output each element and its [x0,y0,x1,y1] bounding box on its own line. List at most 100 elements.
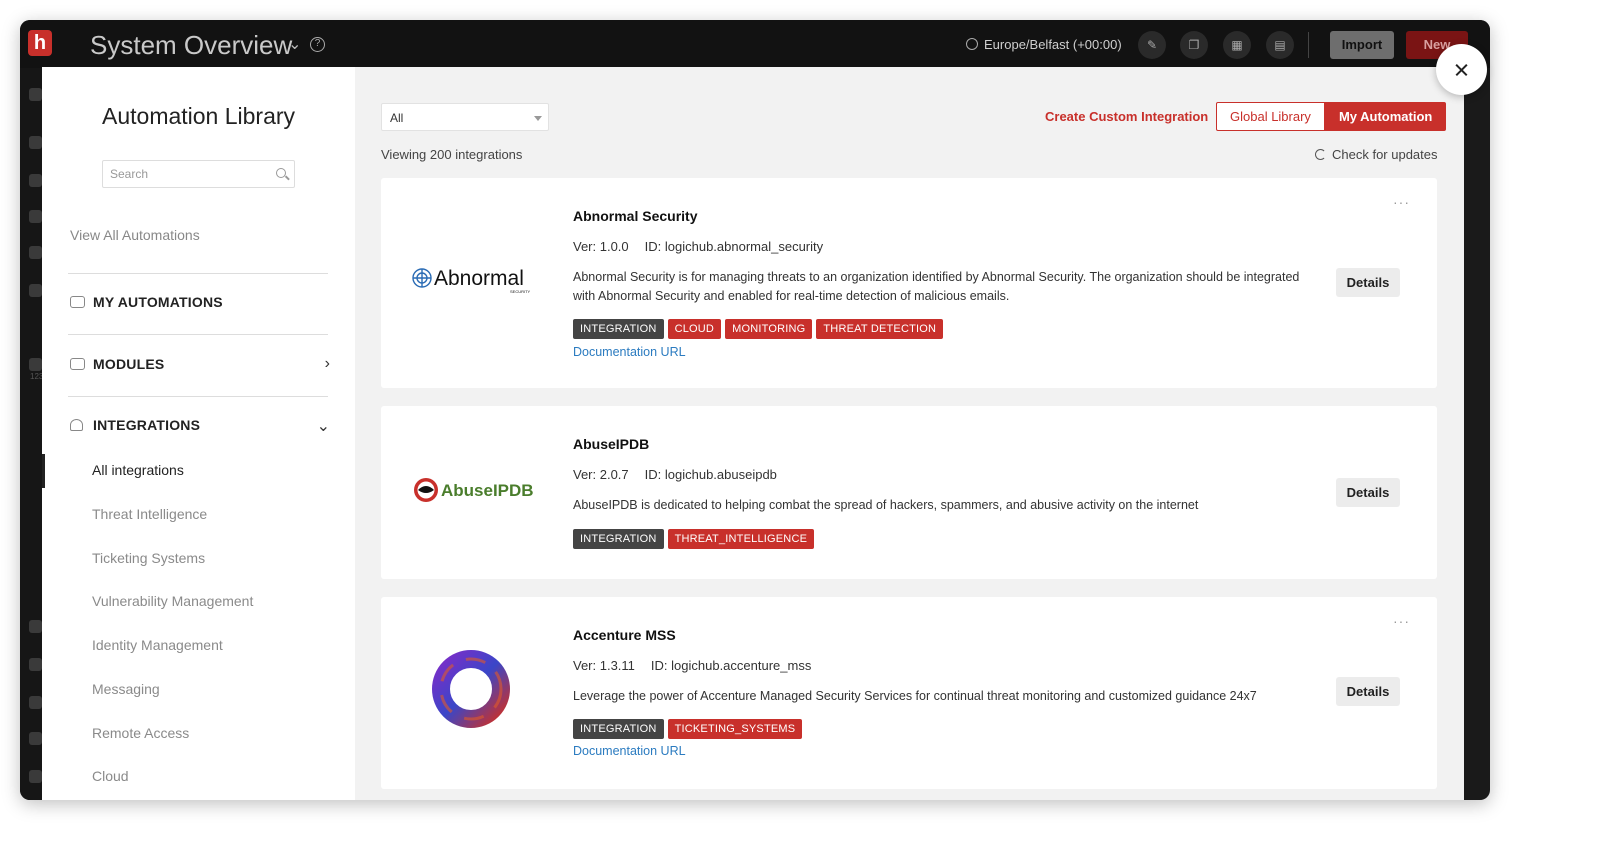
tag: INTEGRATION [573,719,664,739]
clock-icon [966,38,978,50]
category-filter-select[interactable]: All [381,103,549,131]
sidebar-item-all-integrations[interactable]: All integrations [92,462,184,478]
version-label: Ver: 1.3.11 [573,658,635,673]
library-sidebar: Automation Library View All Automations … [42,67,355,800]
abuseipdb-logo: AbuseIPDB [409,476,539,504]
version-label: Ver: 2.0.7 [573,467,629,482]
search-input[interactable] [110,161,270,187]
more-options-icon[interactable]: ··· [1393,194,1410,210]
tag: MONITORING [725,319,813,339]
sidebar-item-messaging[interactable]: Messaging [92,681,160,697]
integration-card: Abnormal SECURITY Abnormal Security Ver:… [381,178,1437,388]
search-icon [276,168,286,178]
bell-icon[interactable] [29,658,42,671]
view-all-automations-link[interactable]: View All Automations [70,227,200,243]
id-label: ID: logichub.accenture_mss [650,658,812,673]
top-bar: h System Overview ⌄ ? Europe/Belfast (+0… [20,20,1490,68]
camera-icon [70,358,85,370]
check-icon[interactable] [29,358,42,371]
sidebar-item-identity-management[interactable]: Identity Management [92,637,223,653]
version-label: Ver: 1.0.0 [573,239,629,254]
calendar-icon[interactable]: ▦ [1223,31,1251,59]
pdf-icon[interactable]: ▤ [1266,31,1294,59]
gear-icon[interactable] [29,732,42,745]
tag: INTEGRATION [573,529,664,549]
section-label: MODULES [93,356,165,372]
divider [68,273,328,274]
documentation-link[interactable]: Documentation URL [573,744,686,758]
timezone-selector[interactable]: Europe/Belfast (+00:00) [966,37,1122,52]
caret-down-icon [534,116,542,121]
documentation-link[interactable]: Documentation URL [573,345,686,359]
integration-description: Abnormal Security is for managing threat… [573,270,1300,303]
divider [68,396,328,397]
integration-description: Leverage the power of Accenture Managed … [573,689,1257,703]
integration-name: AbuseIPDB [573,436,650,452]
user-icon[interactable] [29,770,42,783]
svg-text:Abnormal: Abnormal [434,267,524,290]
accenture-mss-logo [429,647,513,731]
svg-text:AbuseIPDB: AbuseIPDB [441,481,534,500]
tag: TICKETING_SYSTEMS [667,719,803,739]
id-label: ID: logichub.abnormal_security [644,239,824,254]
sidebar-item-vulnerability-management[interactable]: Vulnerability Management [92,593,253,609]
details-button[interactable]: Details [1336,268,1400,297]
result-count: Viewing 200 integrations [381,147,523,162]
details-button[interactable]: Details [1336,478,1400,507]
toolbar-divider [1308,32,1309,58]
library-title: Automation Library [102,103,296,129]
global-library-tab[interactable]: Global Library [1216,102,1325,131]
divider [68,334,328,335]
svg-text:SECURITY: SECURITY [510,289,531,294]
library-main: All Create Custom Integration Global Lib… [355,67,1464,800]
library-toggle: Global Library My Automation [1216,102,1447,131]
search-box [102,160,295,188]
integration-meta: Ver: 1.0.0 ID: logichub.abnormal_security [573,239,823,254]
edit-icon[interactable] [29,246,42,259]
copy-icon[interactable]: ❐ [1180,31,1208,59]
chevron-down-icon: ⌄ [316,418,330,435]
integration-card: Accenture MSS Ver: 1.3.11 ID: logichub.ac… [381,597,1437,789]
import-button[interactable]: Import [1330,31,1394,59]
check-for-updates-button[interactable]: Check for updates [1315,147,1438,162]
settings-icon[interactable] [29,284,42,297]
help-icon[interactable]: ? [310,37,325,52]
integration-description: AbuseIPDB is dedicated to helping combat… [573,498,1199,512]
id-label: ID: logichub.abuseipdb [644,467,777,482]
pin-icon[interactable]: ✎ [1138,31,1166,59]
globe-icon[interactable] [29,136,42,149]
camera-icon [70,296,85,308]
more-options-icon[interactable]: ··· [1393,613,1410,629]
abnormal-security-logo: Abnormal SECURITY [409,264,539,294]
page-title: System Overview [90,30,293,60]
help-circle-icon[interactable] [29,696,42,709]
folder-icon[interactable] [29,210,42,223]
tag: THREAT_INTELLIGENCE [667,529,815,549]
app-logo[interactable]: h [28,30,52,56]
briefcase-icon[interactable] [29,174,42,187]
dashboard-icon[interactable] [29,88,42,101]
close-modal-button[interactable] [1436,44,1487,95]
section-my-automations[interactable]: MY AUTOMATIONS [70,292,330,316]
tag: THREAT DETECTION [816,319,944,339]
integration-name: Accenture MSS [573,627,676,643]
tag-list: INTEGRATION CLOUD MONITORING THREAT DETE… [573,319,944,339]
sidebar-item-ticketing-systems[interactable]: Ticketing Systems [92,550,205,566]
sidebar-item-threat-intelligence[interactable]: Threat Intelligence [92,506,207,522]
my-automation-tab[interactable]: My Automation [1324,102,1447,131]
integration-name: Abnormal Security [573,208,698,224]
section-modules[interactable]: MODULES › [70,354,330,378]
create-custom-integration-link[interactable]: Create Custom Integration [1045,109,1208,124]
integration-meta: Ver: 2.0.7 ID: logichub.abuseipdb [573,467,777,482]
section-integrations[interactable]: INTEGRATIONS ⌄ [70,415,330,439]
left-rail: 123 [20,68,43,800]
details-button[interactable]: Details [1336,677,1400,706]
refresh-icon [1315,149,1326,160]
tag-list: INTEGRATION THREAT_INTELLIGENCE [573,529,815,549]
terminal-icon[interactable] [29,620,42,633]
chevron-down-icon[interactable]: ⌄ [288,34,301,54]
sidebar-item-cloud[interactable]: Cloud [92,768,129,784]
active-indicator [42,454,45,488]
sidebar-item-remote-access[interactable]: Remote Access [92,725,189,741]
tag: CLOUD [667,319,722,339]
